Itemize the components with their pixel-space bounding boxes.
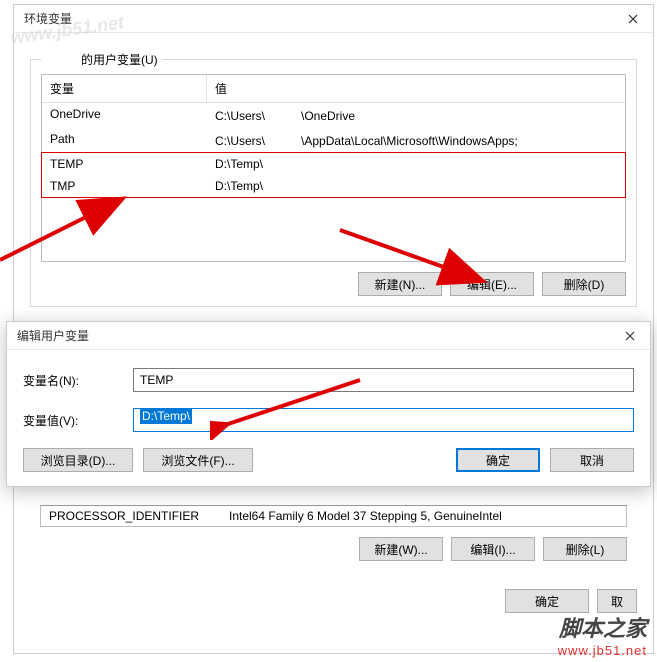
table-row[interactable]: OneDrive C:\Users\ \OneDrive [42, 103, 625, 128]
dlg-cancel-button[interactable]: 取消 [550, 448, 634, 472]
var-value-input[interactable]: D:\Temp\ [133, 408, 634, 432]
env-titlebar: 环境变量 [14, 5, 653, 33]
env-title: 环境变量 [24, 10, 72, 27]
table-header: 变量 值 [42, 75, 625, 103]
user-vars-label: 的用户变量(U) [41, 51, 162, 68]
value-row: 变量值(V): D:\Temp\ [23, 408, 634, 432]
var-name-label: 变量名(N): [23, 372, 133, 389]
user-btn-row: 新建(N)... 编辑(E)... 删除(D) [41, 272, 626, 296]
browse-dir-button[interactable]: 浏览目录(D)... [23, 448, 133, 472]
highlighted-rows: TEMP D:\Temp\ TMP D:\Temp\ [42, 153, 625, 197]
table-empty-space [42, 197, 625, 261]
user-vars-table[interactable]: 变量 值 OneDrive C:\Users\ \OneDrive Path C… [41, 74, 626, 262]
dlg-titlebar: 编辑用户变量 [7, 322, 650, 350]
browse-file-button[interactable]: 浏览文件(F)... [143, 448, 253, 472]
var-name-input[interactable] [133, 368, 634, 392]
sys-btn-row: 新建(W)... 编辑(I)... 删除(L) [40, 537, 627, 561]
edit-button[interactable]: 编辑(E)... [450, 272, 534, 296]
name-row: 变量名(N): [23, 368, 634, 392]
user-vars-group: 的用户变量(U) 变量 值 OneDrive C:\Users\ \OneDri… [30, 59, 637, 307]
edit-var-dialog: 编辑用户变量 变量名(N): 变量值(V): D:\Temp\ 浏览目录(D).… [6, 321, 651, 487]
new-button[interactable]: 新建(N)... [358, 272, 442, 296]
sys-delete-button[interactable]: 删除(L) [543, 537, 627, 561]
dlg-ok-button[interactable]: 确定 [456, 448, 540, 472]
table-row[interactable]: Path C:\Users\ \AppData\Local\Microsoft\… [42, 128, 625, 153]
sys-edit-button[interactable]: 编辑(I)... [451, 537, 535, 561]
delete-button[interactable]: 删除(D) [542, 272, 626, 296]
var-value-label: 变量值(V): [23, 412, 133, 429]
dlg-btn-row: 浏览目录(D)... 浏览文件(F)... 确定 取消 [23, 448, 634, 472]
cancel-button[interactable]: 取 [597, 589, 637, 613]
close-icon[interactable] [610, 322, 650, 350]
main-btn-row: 确定 取 [14, 581, 653, 621]
table-row[interactable]: TMP D:\Temp\ [42, 175, 625, 197]
col-variable[interactable]: 变量 [42, 75, 207, 102]
system-var-row[interactable]: PROCESSOR_IDENTIFIER Intel64 Family 6 Mo… [40, 505, 627, 527]
dlg-title: 编辑用户变量 [17, 327, 89, 344]
col-value[interactable]: 值 [207, 75, 625, 102]
dlg-body: 变量名(N): 变量值(V): D:\Temp\ 浏览目录(D)... 浏览文件… [7, 350, 650, 486]
ok-button[interactable]: 确定 [505, 589, 589, 613]
close-icon[interactable] [613, 5, 653, 33]
table-row[interactable]: TEMP D:\Temp\ [42, 153, 625, 175]
sys-new-button[interactable]: 新建(W)... [359, 537, 443, 561]
